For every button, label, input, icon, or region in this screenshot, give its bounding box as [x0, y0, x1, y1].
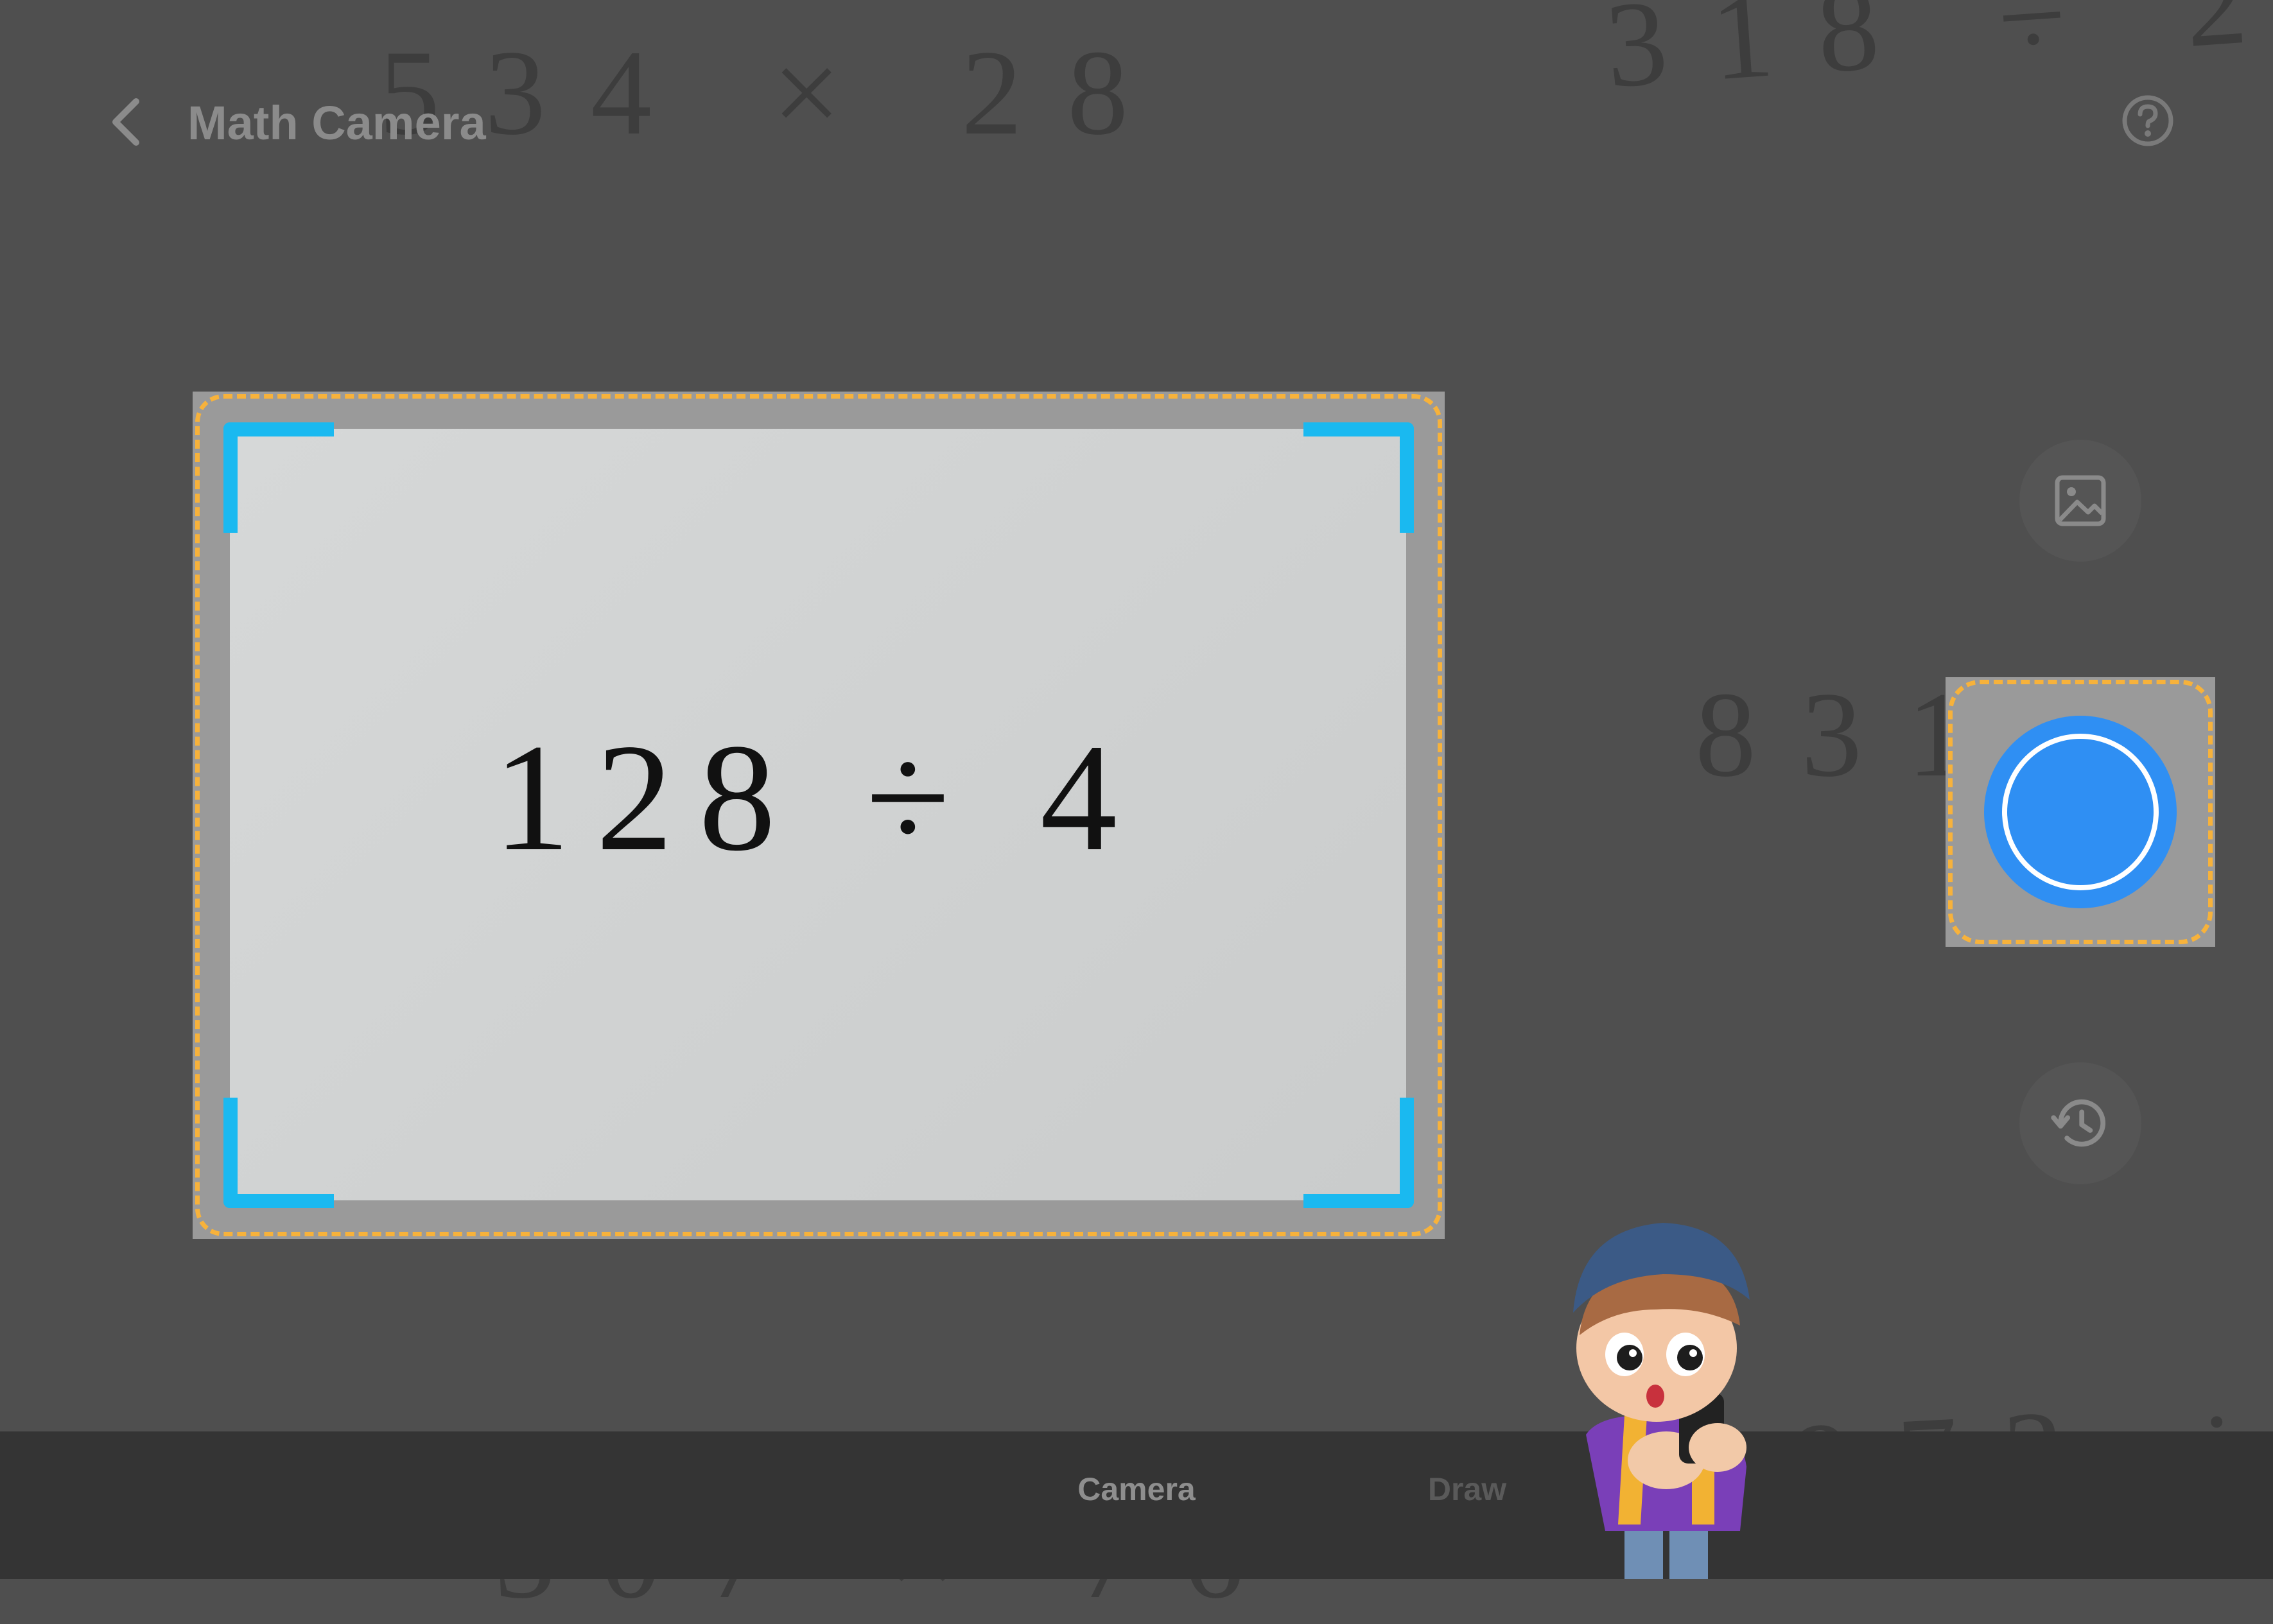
bottom-tab-bar: Camera Draw	[0, 1431, 2273, 1579]
shutter-area	[1946, 677, 2215, 947]
frame-highlight	[195, 394, 1442, 1236]
back-button[interactable]	[96, 90, 161, 154]
shutter-highlight	[1948, 680, 2213, 944]
scan-frame[interactable]: 128 ÷ 4	[193, 392, 1445, 1239]
mascot-boy-with-phone-icon	[1573, 1223, 1750, 1579]
page-title: Math Camera	[187, 96, 486, 150]
question-circle-icon	[2122, 95, 2173, 146]
image-gallery-icon	[2055, 475, 2106, 526]
top-bar: Math Camera	[0, 0, 2273, 244]
history-button[interactable]	[2019, 1062, 2141, 1184]
help-button[interactable]	[2116, 89, 2180, 153]
chevron-left-icon	[112, 98, 139, 146]
history-icon	[2051, 1099, 2106, 1147]
tab-camera[interactable]: Camera	[1021, 1464, 1252, 1515]
gallery-button[interactable]	[2019, 440, 2141, 562]
